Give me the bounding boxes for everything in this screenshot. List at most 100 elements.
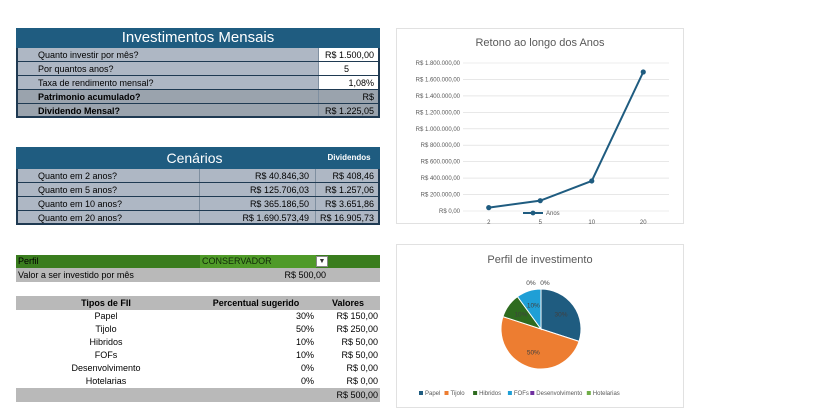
- investimentos-title: Investimentos Mensais: [16, 28, 380, 48]
- fii-value[interactable]: R$ 150,00: [316, 310, 380, 323]
- y-tick-label: R$ 400.000,00: [421, 176, 461, 182]
- x-tick-label: 5: [539, 220, 543, 225]
- table-row: FOFs 10% R$ 50,00: [16, 349, 380, 362]
- pie-data-label: 10%: [514, 311, 527, 318]
- cenarios-table: Cenários Dividendos Quanto em 2 anos? R$…: [16, 147, 380, 225]
- fii-value[interactable]: R$ 50,00: [316, 336, 380, 349]
- table-row: Hibridos 10% R$ 50,00: [16, 336, 380, 349]
- x-tick-label: 10: [588, 220, 595, 225]
- pie-data-label: 30%: [555, 311, 568, 318]
- row-label: Quanto em 20 anos?: [16, 211, 199, 223]
- fii-type: Hibridos: [89, 337, 123, 347]
- fii-pct[interactable]: 10%: [196, 336, 316, 349]
- rate-cell[interactable]: 1,08%: [318, 76, 380, 89]
- legend-label: Tijolo: [451, 391, 466, 397]
- dividend-cell[interactable]: R$ 3.651,86: [315, 197, 380, 210]
- legend-label: Hibridos: [479, 391, 501, 397]
- row-label: Quanto em 5 anos?: [16, 183, 199, 196]
- dividend-cell[interactable]: R$ 408,46: [315, 169, 380, 182]
- legend-swatch: [473, 391, 478, 395]
- dividendo-cell[interactable]: R$ 1.225,05: [318, 104, 380, 116]
- legend-label: Papel: [425, 391, 440, 397]
- legend-swatch: [507, 391, 512, 395]
- fii-type: Desenvolvimento: [71, 363, 141, 373]
- fii-pct[interactable]: 50%: [196, 323, 316, 336]
- table-row: Papel 30% R$ 150,00: [16, 310, 380, 323]
- row-label: Por quantos anos?: [16, 62, 318, 75]
- header-percentual: Percentual sugerido: [212, 298, 300, 308]
- fii-pct[interactable]: 0%: [196, 362, 316, 375]
- y-tick-label: R$ 1.400.000,00: [416, 94, 461, 100]
- pie-chart[interactable]: Perfil de investimento 30% 50% 10% 10% 0% 0% P…: [396, 244, 684, 408]
- pie-data-label: 10%: [527, 302, 540, 309]
- total-cell[interactable]: R$ 125.706,03: [199, 183, 315, 196]
- valor-row: Valor a ser investido por mês R$ 500,00: [16, 268, 380, 282]
- x-tick-label: 20: [640, 220, 647, 225]
- table-row: Patrimonio acumulado? R$ 122.504,50: [16, 90, 380, 116]
- series-line-anos: [488, 71, 645, 209]
- row-label: Patrimonio acumulado?: [16, 90, 318, 103]
- row-label: Quanto em 2 anos?: [16, 169, 199, 182]
- total-cell[interactable]: R$ 1.690.573,49: [199, 211, 315, 223]
- row-label: Quanto em 10 anos?: [16, 197, 199, 210]
- legend-label: Anos: [546, 211, 560, 217]
- fii-value[interactable]: R$ 0,00: [316, 362, 380, 375]
- legend-marker: [530, 210, 536, 216]
- row-label: Quanto investir por mês?: [16, 48, 318, 61]
- table-row: Quanto em 20 anos? R$ 1.690.573,49 R$ 16…: [16, 211, 380, 225]
- legend-swatch: [586, 391, 591, 395]
- valor-label: Valor a ser investido por mês: [18, 270, 134, 280]
- table-row: Tijolo 50% R$ 250,00: [16, 323, 380, 336]
- table-row: Quanto em 2 anos? R$ 40.846,30 R$ 408,46: [16, 169, 380, 183]
- fii-type: Hotelarias: [85, 376, 127, 386]
- fii-header-row: Tipos de FII Percentual sugerido Valores: [16, 296, 380, 310]
- y-tick-label: R$ 600.000,00: [421, 160, 461, 166]
- fii-type: Papel: [94, 311, 118, 321]
- y-tick-label: R$ 200.000,00: [421, 193, 461, 199]
- data-point: [537, 198, 543, 204]
- patrimonio-cell[interactable]: R$ 122.504,50: [318, 90, 380, 116]
- pie-data-label: 0%: [526, 280, 536, 287]
- total-cell[interactable]: R$ 365.186,50: [199, 197, 315, 210]
- row-label: Dividendo Mensal?: [16, 104, 318, 116]
- cenarios-title: Cenários: [166, 150, 223, 166]
- y-tick-label: R$ 1.800.000,00: [416, 61, 461, 67]
- table-row: Desenvolvimento 0% R$ 0,00: [16, 362, 380, 375]
- chevron-down-icon[interactable]: ▼: [316, 256, 328, 267]
- fii-pct[interactable]: 30%: [196, 310, 316, 323]
- monthly-investment-cell[interactable]: R$ 1.500,00: [318, 48, 380, 61]
- dividendos-header: Dividendos: [327, 153, 371, 162]
- table-row: Hotelarias 0% R$ 0,00: [16, 375, 380, 388]
- years-cell[interactable]: 5: [318, 62, 380, 75]
- perfil-label: Perfil: [18, 256, 39, 266]
- table-row: Dividendo Mensal? R$ 1.225,05: [16, 104, 380, 118]
- pie-data-label: 50%: [527, 350, 540, 357]
- table-row: Quanto investir por mês? R$ 1.500,00: [16, 48, 380, 62]
- legend-swatch: [530, 391, 535, 395]
- fii-pct[interactable]: 0%: [196, 375, 316, 388]
- legend-label: Hotelarias: [593, 391, 620, 397]
- perfil-select[interactable]: CONSERVADOR: [200, 255, 316, 268]
- fii-value[interactable]: R$ 0,00: [316, 375, 380, 388]
- x-tick-label: 2: [487, 220, 491, 225]
- y-tick-label: R$ 800.000,00: [421, 143, 461, 149]
- fii-total[interactable]: R$ 500,00: [16, 388, 380, 402]
- dividend-cell[interactable]: R$ 16.905,73: [315, 211, 380, 223]
- y-tick-label: R$ 1.200.000,00: [416, 110, 461, 116]
- dividend-cell[interactable]: R$ 1.257,06: [315, 183, 380, 196]
- fii-pct[interactable]: 10%: [196, 349, 316, 362]
- fii-table: Tipos de FII Percentual sugerido Valores…: [16, 296, 380, 402]
- fii-total-row: R$ 500,00: [16, 388, 380, 402]
- fii-value[interactable]: R$ 250,00: [316, 323, 380, 336]
- data-point: [589, 178, 595, 184]
- pie-data-label: 0%: [540, 280, 550, 287]
- total-cell[interactable]: R$ 40.846,30: [199, 169, 315, 182]
- row-label: Taxa de rendimento mensal?: [16, 76, 318, 89]
- line-chart[interactable]: Retono ao longo dos Anos R$ 0,00 R$ 200.0…: [396, 28, 684, 225]
- cenarios-header: Cenários Dividendos: [16, 147, 380, 169]
- data-point: [640, 69, 646, 75]
- valor-cell[interactable]: R$ 500,00: [246, 268, 326, 282]
- y-tick-label: R$ 1.000.000,00: [416, 127, 461, 133]
- data-point: [486, 205, 492, 211]
- fii-value[interactable]: R$ 50,00: [316, 349, 380, 362]
